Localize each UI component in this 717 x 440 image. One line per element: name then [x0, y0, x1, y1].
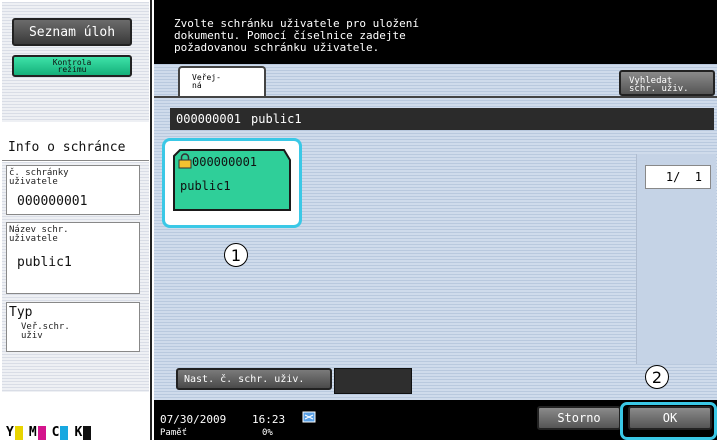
- search-user-box-label: Vyhledat schr. uživ.: [629, 76, 689, 94]
- toner-k-icon: K: [74, 425, 92, 440]
- message-area: Zvolte schránku uživatele pro uložení do…: [154, 0, 717, 64]
- box-info-title: Info o schránce: [8, 140, 126, 155]
- box-tile-number: 000000001: [192, 155, 258, 169]
- job-list-button[interactable]: Seznam úloh: [12, 18, 132, 46]
- mode-check-button[interactable]: Kontrola režimu: [12, 55, 132, 77]
- user-box-number-label: č. schránky uživatele: [9, 168, 69, 187]
- type-field: Typ Veř.schr. uživ: [6, 302, 140, 352]
- instruction-text: Zvolte schránku uživatele pro uložení do…: [174, 17, 420, 54]
- cancel-button[interactable]: Storno: [537, 406, 621, 430]
- sidebar: Seznam úloh Kontrola režimu Info o schrá…: [0, 0, 152, 440]
- selected-box-bar: 000000001 public1: [170, 108, 714, 130]
- selected-box-name: public1: [251, 112, 302, 126]
- tab-public[interactable]: Veřej- ná: [178, 66, 266, 96]
- set-box-number-label: Nast. č. schr. uživ.: [184, 373, 305, 385]
- toner-c-icon: C: [52, 425, 69, 440]
- network-icon: [302, 411, 316, 423]
- user-box-name-label: Název schr. uživatele: [9, 225, 69, 244]
- type-value: Veř.schr. uživ: [21, 322, 70, 341]
- callout-2: 2: [645, 365, 669, 389]
- footer-date: 07/30/2009: [160, 413, 227, 426]
- box-number-input[interactable]: [334, 368, 412, 394]
- user-box-number-field: č. schránky uživatele 000000001: [6, 165, 140, 215]
- page-indicator-text: 1/ 1: [665, 170, 702, 184]
- type-title: Typ: [9, 305, 33, 320]
- set-box-number-button[interactable]: Nast. č. schr. uživ.: [176, 368, 332, 390]
- user-box-number-value: 000000001: [17, 194, 88, 209]
- selected-box-number: 000000001: [176, 112, 242, 126]
- memory-label: Paměť: [160, 428, 188, 438]
- footer-time: 16:23: [252, 413, 286, 426]
- search-user-box-button[interactable]: Vyhledat schr. uživ.: [619, 70, 715, 96]
- box-tile-name: public1: [180, 179, 231, 193]
- user-box-name-value: public1: [17, 255, 72, 270]
- ok-button[interactable]: OK: [628, 406, 712, 430]
- tab-public-label: Veřej- ná: [192, 73, 221, 90]
- memory-value: 0%: [262, 428, 273, 438]
- user-box-name-field: Název schr. uživatele public1: [6, 222, 140, 294]
- divider: [2, 160, 149, 161]
- page-indicator: 1/ 1: [645, 165, 711, 189]
- toner-y-icon: Y: [6, 425, 23, 440]
- tab-underline: [154, 96, 717, 98]
- mode-check-label: Kontrola režimu: [52, 58, 92, 74]
- toner-indicator: Y M C K: [6, 420, 146, 440]
- lock-icon: [178, 153, 192, 169]
- callout-1: 1: [224, 243, 248, 267]
- toner-m-icon: M: [29, 425, 46, 440]
- user-box-tile[interactable]: 000000001 public1: [172, 148, 292, 212]
